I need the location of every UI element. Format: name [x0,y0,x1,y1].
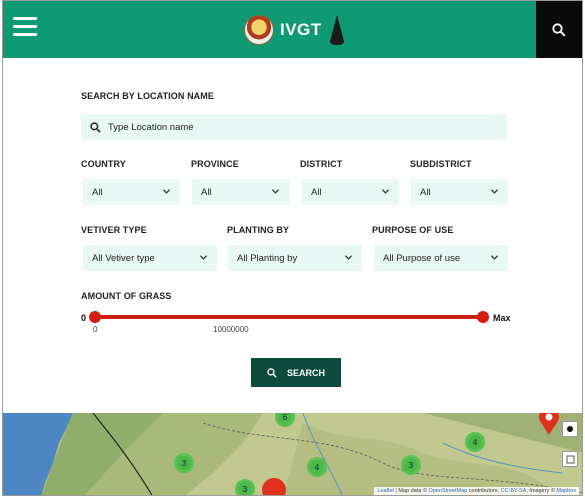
planting-by-label: PLANTING BY [227,225,290,235]
chevron-down-icon [344,255,353,260]
country-value: All [92,186,103,198]
slider-max-label: Max [493,313,511,323]
app-frame: IVGT SEARCH BY LOCATION NAME Type Locati… [2,0,583,496]
amount-of-grass-label: AMOUNT OF GRASS [81,291,172,301]
subdistrict-label: SUBDISTRICT [410,159,472,169]
leaflet-link[interactable]: Leaflet [377,488,394,494]
map-cluster-marker[interactable]: 4 [307,457,327,477]
openstreetmap-link[interactable]: OpenStreetMap [428,488,467,494]
purpose-of-use-label: PURPOSE OF USE [372,225,454,235]
province-select[interactable]: All [192,179,289,205]
province-label: PROVINCE [191,159,239,169]
chevron-down-icon [490,189,499,194]
location-search-placeholder: Type Location name [108,121,194,133]
map-terrain [3,413,582,495]
map-cluster-marker[interactable]: 3 [174,453,194,473]
country-select[interactable]: All [83,179,180,205]
subdistrict-value: All [420,186,431,198]
search-icon [90,121,101,133]
chevron-down-icon [199,255,208,260]
map-cluster-marker[interactable]: 3 [235,479,255,495]
slider-min-label: 0 [81,313,87,323]
emblem-logo-icon [244,15,274,45]
slider-tick-min: 0 [93,325,98,334]
chevron-down-icon [162,189,171,194]
map-pin-marker-icon[interactable] [539,413,559,435]
map-attribution: Leaflet | Map data © OpenStreetMap contr… [374,487,579,495]
chevron-down-icon [271,189,280,194]
search-icon [267,367,277,378]
chevron-down-icon [490,255,499,260]
map-cluster-marker[interactable]: 4 [465,432,485,452]
purpose-of-use-value: All Purpose of use [383,252,461,264]
slider-max-handle[interactable] [477,311,489,323]
district-label: DISTRICT [300,159,343,169]
province-value: All [201,186,212,198]
map-pin-marker-icon[interactable] [261,477,287,496]
map-view[interactable]: 6 3 4 3 4 3 Leaflet | Map data © OpenStr… [3,413,582,496]
search-location-label: SEARCH BY LOCATION NAME [81,91,214,101]
chevron-down-icon [381,189,390,194]
district-value: All [311,186,322,198]
search-button[interactable]: SEARCH [251,358,341,387]
cc-by-sa-link[interactable]: CC-BY-SA [501,488,527,494]
subdistrict-select[interactable]: All [411,179,508,205]
country-label: COUNTRY [81,159,126,169]
search-button-label: SEARCH [286,367,325,378]
vetiver-logo-icon [328,15,345,45]
dot-icon [567,426,573,432]
mapbox-link[interactable]: Mapbox [556,488,576,494]
map-cluster-marker[interactable]: 3 [401,455,421,475]
grass-range-slider-track[interactable] [94,315,483,319]
map-layers-button[interactable] [562,421,578,437]
vetiver-type-label: VETIVER TYPE [81,225,147,235]
brand-title: IVGT [280,20,322,39]
brand[interactable]: IVGT [244,10,345,50]
map-fullscreen-button[interactable] [562,451,578,467]
fullscreen-icon [566,455,574,463]
slider-tick-mid: 10000000 [213,325,249,334]
header-search-button[interactable] [536,1,582,58]
search-icon [552,22,566,37]
hamburger-menu-icon[interactable] [13,17,37,39]
district-select[interactable]: All [302,179,399,205]
top-bar: IVGT [3,1,582,58]
slider-min-handle[interactable] [89,311,101,323]
vetiver-type-select[interactable]: All Vetiver type [83,245,217,271]
planting-by-select[interactable]: All Planting by [228,245,362,271]
vetiver-type-value: All Vetiver type [92,252,155,264]
location-search-input[interactable]: Type Location name [81,114,507,140]
planting-by-value: All Planting by [237,252,298,264]
purpose-of-use-select[interactable]: All Purpose of use [374,245,508,271]
